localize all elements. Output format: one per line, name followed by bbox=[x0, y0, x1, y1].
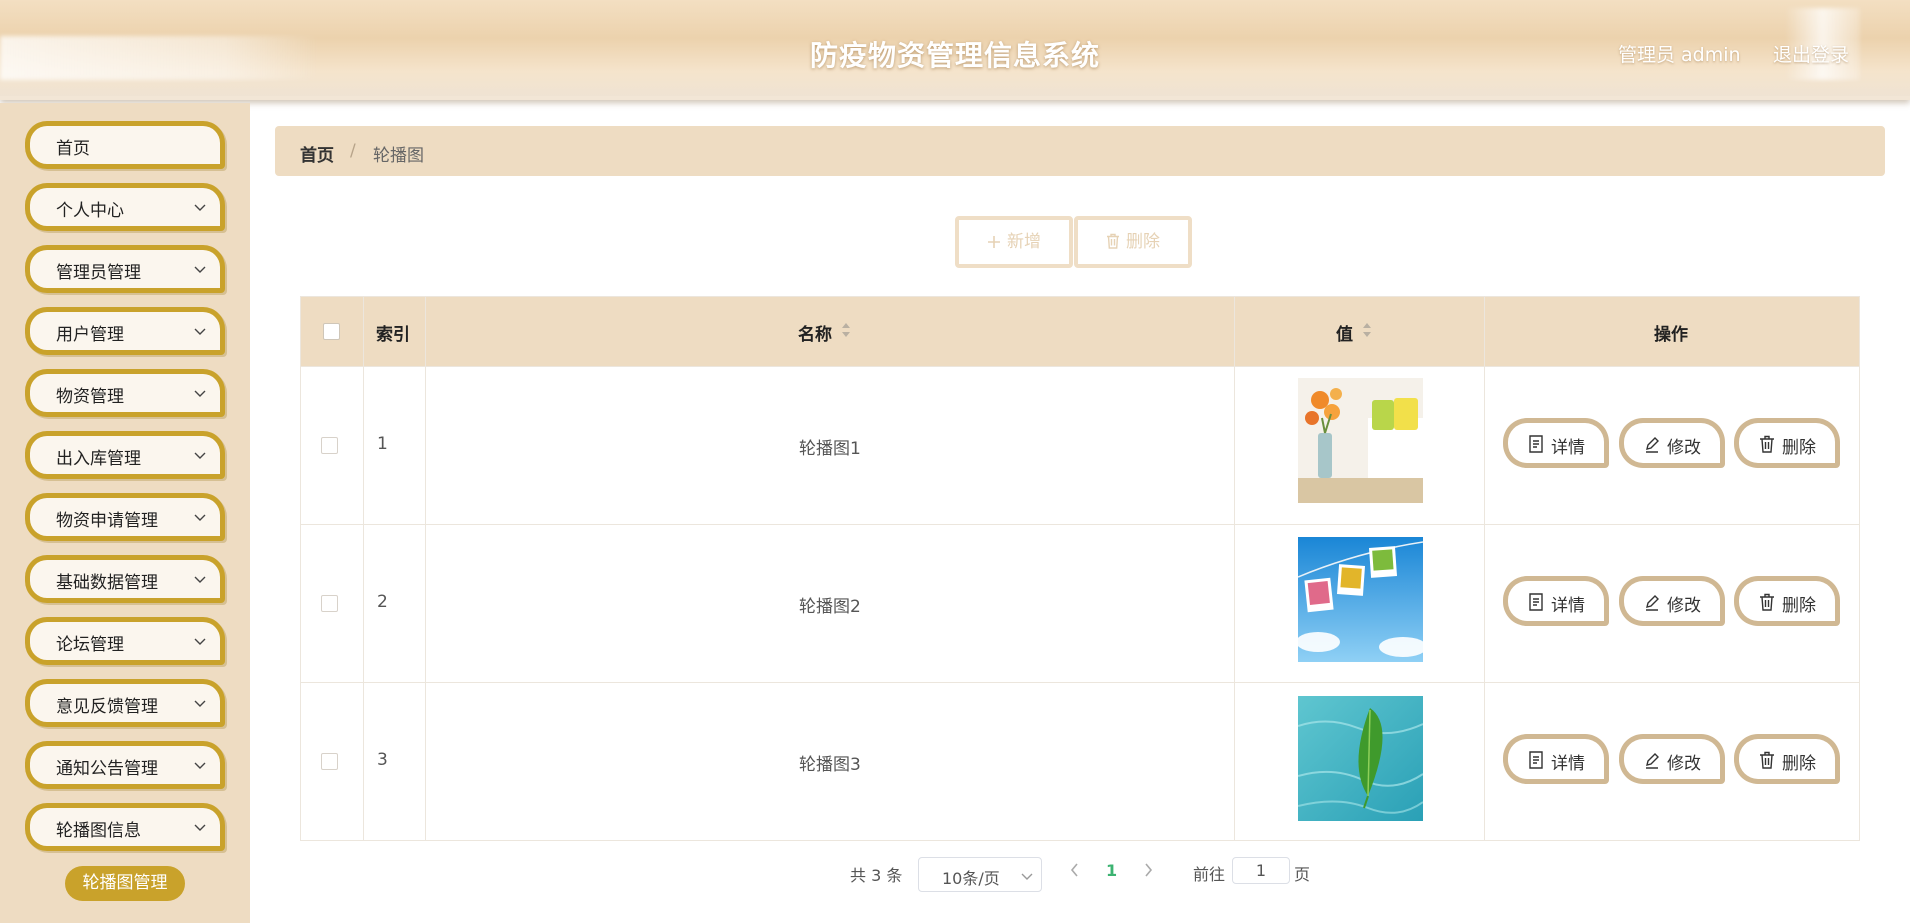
row-name: 轮播图2 bbox=[799, 597, 861, 617]
sidebar-item-label: 基础数据管理 bbox=[56, 573, 158, 593]
goto-suffix-label: 页 bbox=[1294, 865, 1311, 884]
sidebar-item-base-data[interactable]: 基础数据管理 bbox=[25, 555, 225, 603]
edit-button[interactable]: 修改 bbox=[1619, 576, 1725, 626]
detail-button[interactable]: 详情 bbox=[1503, 418, 1609, 468]
row-name: 轮播图1 bbox=[799, 439, 861, 459]
chevron-down-icon bbox=[194, 390, 206, 397]
sidebar-item-label: 个人中心 bbox=[56, 201, 124, 221]
sidebar-item-label: 用户管理 bbox=[56, 325, 124, 345]
document-icon bbox=[1529, 751, 1543, 769]
carousel-image-thumbnail[interactable] bbox=[1298, 537, 1423, 662]
sidebar-item-admins[interactable]: 管理员管理 bbox=[25, 245, 225, 293]
column-header-value[interactable]: 值 bbox=[1336, 297, 1396, 366]
sidebar-item-label: 论坛管理 bbox=[56, 635, 124, 655]
column-header-name[interactable]: 名称 bbox=[798, 297, 888, 366]
sidebar-item-label: 出入库管理 bbox=[56, 449, 141, 469]
sidebar-item-label: 物资申请管理 bbox=[56, 511, 158, 531]
sidebar-item-forum[interactable]: 论坛管理 bbox=[25, 617, 225, 665]
sidebar: 首页 个人中心 管理员管理 用户管理 物资管理 出入库管理 物资申请管理 基础数… bbox=[0, 103, 250, 923]
sidebar-item-supplies[interactable]: 物资管理 bbox=[25, 369, 225, 417]
table-header: 索引 名称 值 操作 bbox=[301, 297, 1859, 366]
pencil-icon bbox=[1646, 753, 1659, 769]
batch-delete-button[interactable]: 删除 bbox=[1074, 216, 1192, 268]
goto-page-input[interactable] bbox=[1232, 857, 1290, 884]
sidebar-item-label: 管理员管理 bbox=[56, 263, 141, 283]
chevron-down-icon bbox=[194, 514, 206, 521]
sort-icon[interactable] bbox=[841, 322, 851, 338]
row-index: 1 bbox=[377, 434, 388, 454]
chevron-down-icon bbox=[194, 576, 206, 583]
breadcrumb-home[interactable]: 首页 bbox=[300, 141, 334, 166]
sidebar-item-feedback[interactable]: 意见反馈管理 bbox=[25, 679, 225, 727]
breadcrumb-current: 轮播图 bbox=[373, 146, 424, 166]
chevron-down-icon bbox=[194, 638, 206, 645]
chevron-down-icon bbox=[194, 700, 206, 707]
sidebar-item-inventory[interactable]: 出入库管理 bbox=[25, 431, 225, 479]
page-number-current[interactable]: 1 bbox=[1106, 861, 1117, 880]
chevron-down-icon bbox=[194, 204, 206, 211]
carousel-table: 索引 名称 值 操作 1 轮播图1 详情 修改 删除 2 轮播图2 详情 修改 … bbox=[300, 296, 1860, 841]
top-header: 防疫物资管理信息系统 管理员 admin 退出登录 bbox=[0, 0, 1910, 100]
prev-page-icon[interactable] bbox=[1069, 862, 1081, 878]
select-all-checkbox[interactable] bbox=[323, 323, 340, 340]
delete-button[interactable]: 删除 bbox=[1734, 576, 1840, 626]
goto-label: 前往 bbox=[1193, 865, 1226, 884]
page-size-select[interactable]: 10条/页 bbox=[918, 857, 1042, 892]
sidebar-item-label: 轮播图信息 bbox=[56, 821, 141, 841]
sidebar-item-carousel[interactable]: 轮播图信息 bbox=[25, 803, 225, 851]
pagination-total: 共 3 条 bbox=[850, 866, 903, 885]
sidebar-subitem-carousel-management[interactable]: 轮播图管理 bbox=[65, 866, 185, 901]
chevron-down-icon bbox=[194, 762, 206, 769]
trash-icon bbox=[1760, 435, 1774, 453]
logout-link[interactable]: 退出登录 bbox=[1773, 40, 1849, 67]
delete-button[interactable]: 删除 bbox=[1734, 734, 1840, 784]
detail-button[interactable]: 详情 bbox=[1503, 576, 1609, 626]
sort-icon[interactable] bbox=[1362, 322, 1372, 338]
edit-button[interactable]: 修改 bbox=[1619, 418, 1725, 468]
row-checkbox[interactable] bbox=[321, 595, 338, 612]
row-checkbox[interactable] bbox=[321, 437, 338, 454]
sidebar-item-users[interactable]: 用户管理 bbox=[25, 307, 225, 355]
sidebar-item-label: 意见反馈管理 bbox=[56, 697, 158, 717]
document-icon bbox=[1529, 593, 1543, 611]
row-index: 2 bbox=[377, 592, 388, 612]
add-button[interactable]: 新增 bbox=[955, 216, 1073, 268]
plus-icon bbox=[988, 236, 1000, 248]
document-icon bbox=[1529, 435, 1543, 453]
row-checkbox[interactable] bbox=[321, 753, 338, 770]
chevron-down-icon bbox=[194, 328, 206, 335]
chevron-down-icon bbox=[194, 266, 206, 273]
add-button-label: 新增 bbox=[1007, 232, 1041, 252]
sidebar-item-profile[interactable]: 个人中心 bbox=[25, 183, 225, 231]
carousel-image-thumbnail[interactable] bbox=[1298, 696, 1423, 821]
current-user-label: 管理员 admin bbox=[1618, 44, 1741, 66]
edit-button[interactable]: 修改 bbox=[1619, 734, 1725, 784]
trash-icon bbox=[1107, 233, 1119, 249]
chevron-down-icon bbox=[194, 824, 206, 831]
sidebar-item-label: 首页 bbox=[56, 139, 90, 159]
pencil-icon bbox=[1646, 595, 1659, 611]
pencil-icon bbox=[1646, 437, 1659, 453]
row-name: 轮播图3 bbox=[799, 755, 861, 775]
breadcrumb: 首页 / 轮播图 bbox=[275, 126, 1885, 176]
carousel-image-thumbnail[interactable] bbox=[1298, 378, 1423, 503]
delete-button[interactable]: 删除 bbox=[1734, 418, 1840, 468]
detail-button[interactable]: 详情 bbox=[1503, 734, 1609, 784]
sidebar-item-supply-requests[interactable]: 物资申请管理 bbox=[25, 493, 225, 541]
row-index: 3 bbox=[377, 750, 388, 770]
chevron-down-icon bbox=[194, 452, 206, 459]
sidebar-item-label: 通知公告管理 bbox=[56, 759, 158, 779]
sidebar-item-home[interactable]: 首页 bbox=[25, 121, 225, 169]
trash-icon bbox=[1760, 593, 1774, 611]
batch-delete-button-label: 删除 bbox=[1126, 232, 1160, 252]
column-header-index: 索引 bbox=[376, 325, 410, 345]
page-size-value: 10条/页 bbox=[942, 869, 1000, 888]
breadcrumb-separator: / bbox=[350, 141, 356, 161]
sidebar-item-notices[interactable]: 通知公告管理 bbox=[25, 741, 225, 789]
chevron-down-icon bbox=[1021, 873, 1033, 880]
column-header-actions: 操作 bbox=[1654, 325, 1688, 345]
sidebar-item-label: 物资管理 bbox=[56, 387, 124, 407]
next-page-icon[interactable] bbox=[1142, 862, 1154, 878]
trash-icon bbox=[1760, 751, 1774, 769]
